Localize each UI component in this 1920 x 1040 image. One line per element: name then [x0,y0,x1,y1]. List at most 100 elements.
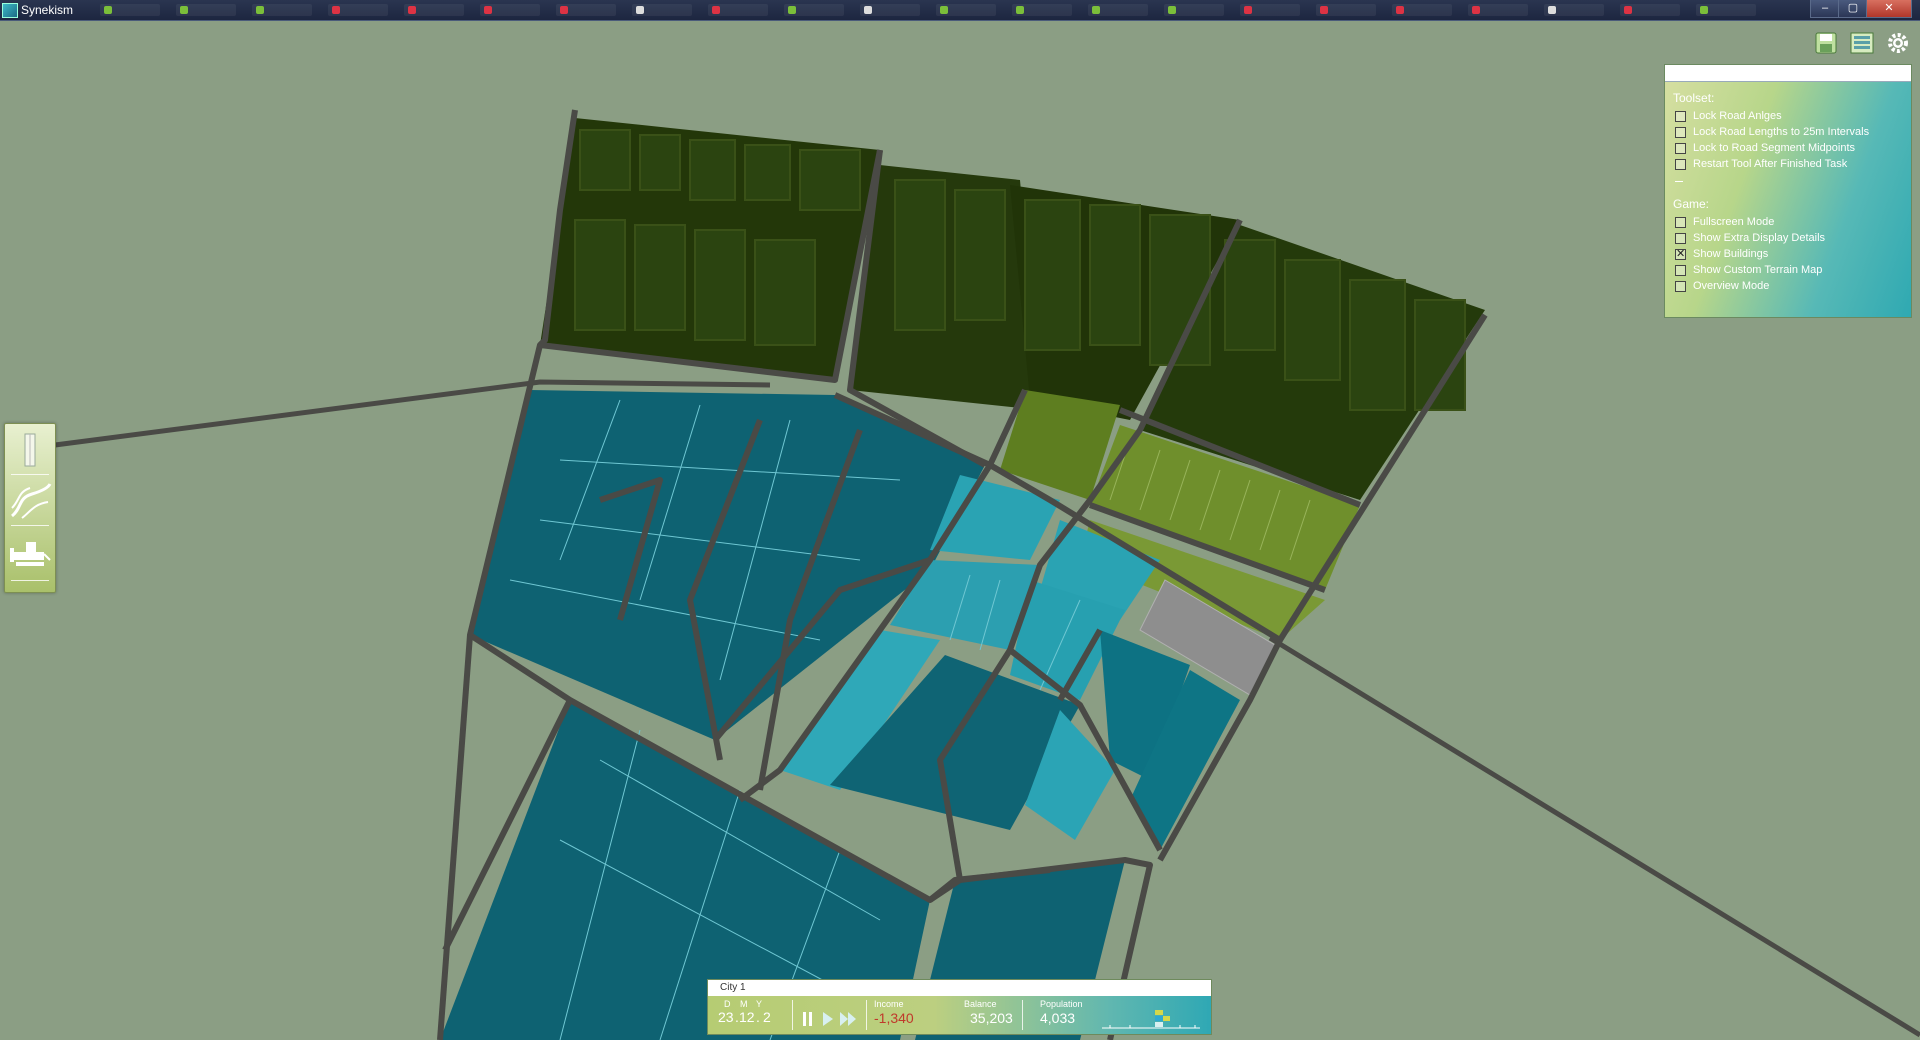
checkbox[interactable] [1675,264,1686,276]
divider [866,1000,867,1030]
taskbar-app-icon [1092,6,1100,14]
tool-separator [11,580,49,581]
taskbar-app-icon [408,6,416,14]
toolset-section-label: Toolset: [1673,91,1715,105]
taskbar-app-icon [940,6,948,14]
option-label: Show Custom Terrain Map [1693,264,1823,276]
gear-icon [1888,33,1908,53]
checkbox[interactable] [1675,158,1686,170]
taskbar-app-icon [332,6,340,14]
divider [792,1000,793,1030]
option-overview-mode[interactable]: Overview Mode [1675,279,1769,293]
taskbar-button [1012,4,1072,16]
option-lock-midpoints[interactable]: Lock to Road Segment Midpoints [1675,141,1855,155]
options-panel: Toolset: Lock Road Anlges Lock Road Leng… [1664,64,1912,318]
option-extra-display[interactable]: Show Extra Display Details [1675,231,1825,245]
save-icon [1815,32,1837,54]
taskbar-button [1544,4,1604,16]
balance-value: 35,203 [970,1010,1013,1026]
option-lock-road-lengths[interactable]: Lock Road Lengths to 25m Intervals [1675,125,1869,139]
taskbar-button [404,4,464,16]
city-viewport[interactable] [0,21,1920,1040]
tool-separator [11,525,49,526]
app-icon [2,3,18,18]
month-label: M [740,999,748,1009]
taskbar-button [176,4,236,16]
year-label: Y [756,999,763,1009]
taskbar-app-icon [788,6,796,14]
section-divider [1675,181,1683,182]
income-label: Income [874,999,904,1009]
window-title: Synekism [21,3,74,17]
bulldozer-icon [10,542,51,566]
save-button[interactable] [1813,30,1839,56]
checkbox-checked[interactable]: ✕ [1675,248,1686,260]
fast-forward-button[interactable] [840,1012,858,1029]
city-name-bar[interactable]: City 1 [708,980,1211,996]
date-dot: . [756,1009,760,1025]
city-name: City 1 [720,982,746,993]
taskbar-button [784,4,844,16]
maximize-button[interactable]: ▢ [1838,0,1868,18]
taskbar-button [936,4,996,16]
income-value: -1,340 [874,1010,914,1026]
checkbox[interactable] [1675,142,1686,154]
taskbar-app-icon [1700,6,1708,14]
taskbar-app-icon [1244,6,1252,14]
option-fullscreen[interactable]: Fullscreen Mode [1675,215,1774,229]
option-lock-road-angles[interactable]: Lock Road Anlges [1675,109,1782,123]
building-tool-button[interactable] [8,428,52,472]
population-value: 4,033 [1040,1010,1076,1026]
taskbar-button [1620,4,1680,16]
pause-button[interactable] [802,1012,814,1029]
zone-demand-meter [1100,1006,1202,1030]
option-label: Lock Road Lengths to 25m Intervals [1693,126,1870,138]
minimize-button[interactable]: – [1810,0,1840,18]
taskbar-app-icon [1396,6,1404,14]
building-icon [24,433,36,467]
option-custom-terrain[interactable]: Show Custom Terrain Map [1675,263,1822,277]
taskbar-button [708,4,768,16]
checkbox[interactable] [1675,232,1686,244]
option-show-buildings[interactable]: ✕ Show Buildings [1675,247,1768,261]
balance-label: Balance [964,999,997,1009]
tool-palette [4,423,56,593]
option-restart-tool[interactable]: Restart Tool After Finished Task [1675,157,1847,171]
taskbar-app-icon [1320,6,1328,14]
option-label: Lock to Road Segment Midpoints [1693,142,1856,154]
play-button[interactable] [822,1012,834,1029]
option-label: Lock Road Anlges [1693,110,1782,122]
taskbar-button [480,4,540,16]
taskbar-button [252,4,312,16]
road-icon [10,483,52,519]
taskbar-app-icon [864,6,872,14]
taskbar-button [632,4,692,16]
year-value: 2 [763,1009,771,1025]
taskbar-button [556,4,616,16]
settings-button[interactable] [1885,30,1911,56]
checkbox[interactable] [1675,110,1686,122]
taskbar-button [1316,4,1376,16]
option-label: Show Buildings [1693,248,1769,260]
taskbar-button [1696,4,1756,16]
list-button[interactable] [1849,30,1875,56]
tool-separator [11,474,49,475]
taskbar-app-icon [1472,6,1480,14]
window-title-bar: Synekism – ▢ ✕ [0,0,1920,21]
close-button[interactable]: ✕ [1866,0,1912,18]
city-status-panel: City 1 D M Y 23 . 12 . 2 Income -1,340 B… [707,979,1212,1035]
taskbar-button [1164,4,1224,16]
road-tool-button[interactable] [8,478,52,522]
option-label: Fullscreen Mode [1693,216,1775,228]
checkbox[interactable] [1675,280,1686,292]
bulldozer-tool-button[interactable] [8,530,52,574]
taskbar-app-icon [1548,6,1556,14]
month-value: 12 [739,1009,755,1025]
play-icon [823,1012,833,1026]
day-label: D [724,999,731,1009]
checkbox[interactable] [1675,126,1686,138]
divider [1022,1000,1023,1030]
taskbar-button [860,4,920,16]
checkbox[interactable] [1675,216,1686,228]
taskbar-button [1240,4,1300,16]
